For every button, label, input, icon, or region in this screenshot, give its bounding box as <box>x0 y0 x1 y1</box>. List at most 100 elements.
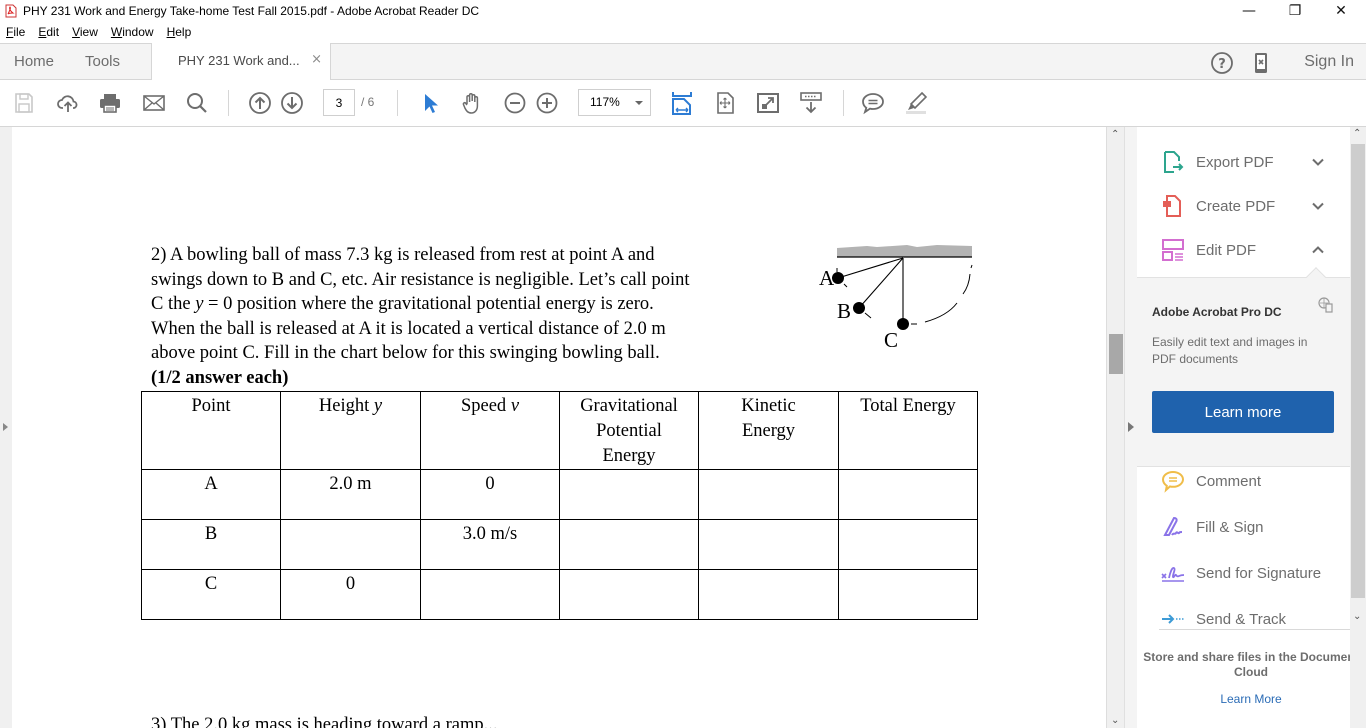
tab-tools[interactable]: Tools <box>85 53 120 70</box>
cell-gpe <box>559 569 699 620</box>
tab-document[interactable]: PHY 231 Work and... × <box>151 43 331 80</box>
fit-width-icon <box>672 92 692 115</box>
energy-table: Point Height y Speed v Gravitational Pot… <box>141 391 978 620</box>
variable-symbol: v <box>510 396 520 416</box>
learn-more-button[interactable]: Learn more <box>1152 391 1334 433</box>
zoom-level-select[interactable]: 117% <box>578 89 651 116</box>
comment-button[interactable] <box>861 91 885 115</box>
scroll-down-icon[interactable]: ⌄ <box>1353 611 1361 622</box>
cell-gpe <box>559 469 699 520</box>
tool-fill-sign[interactable]: Fill & Sign <box>1137 507 1350 547</box>
menu-view[interactable]: View <box>72 25 98 39</box>
tab-home[interactable]: Home <box>14 53 54 70</box>
document-scrollbar[interactable]: ⌃ ⌄ <box>1106 127 1124 728</box>
email-button[interactable] <box>142 91 166 115</box>
header-text: Kinetic <box>741 396 796 416</box>
sign-in-link[interactable]: Sign In <box>1304 53 1354 71</box>
toolbar-divider <box>228 90 229 116</box>
rotate-button[interactable] <box>713 91 737 115</box>
title-bar: PHY 231 Work and Energy Take-home Test F… <box>0 0 1366 22</box>
minimize-button[interactable]: — <box>1226 0 1272 22</box>
create-pdf-icon <box>1163 195 1181 217</box>
tab-bar: Home Tools PHY 231 Work and... × ? Sign … <box>0 43 1366 80</box>
scrollbar-thumb[interactable] <box>1109 334 1123 374</box>
header-text: Energy <box>602 446 656 466</box>
document-tab-label: PHY 231 Work and... <box>178 53 300 68</box>
next-question-partial: 3) The 2.0 kg mass is heading toward a r… <box>151 715 498 728</box>
document-view: 2) A bowling ball of mass 7.3 kg is rele… <box>12 127 1106 728</box>
highlight-button[interactable] <box>904 91 928 115</box>
cell-speed: 0 <box>420 469 560 520</box>
hand-tool-button[interactable] <box>460 91 484 115</box>
scroll-up-icon[interactable]: ⌃ <box>1353 128 1361 139</box>
tool-send-for-signature[interactable]: Send for Signature <box>1137 553 1350 593</box>
pendulum-diagram: A B C <box>819 245 973 352</box>
chevron-up-icon[interactable] <box>1311 243 1325 257</box>
menu-help[interactable]: Help <box>167 25 192 39</box>
help-icon[interactable]: ? <box>1210 51 1234 75</box>
tool-label: Edit PDF <box>1196 241 1257 259</box>
full-screen-button[interactable] <box>756 91 780 115</box>
tool-create-pdf[interactable]: Create PDF <box>1137 186 1350 226</box>
toolbar-divider <box>397 90 398 116</box>
label-c: C <box>884 328 898 352</box>
tool-export-pdf[interactable]: Export PDF <box>1137 142 1350 182</box>
chevron-down-icon[interactable] <box>1311 155 1325 169</box>
fit-width-button[interactable] <box>670 91 694 115</box>
question-line: swings down to B and C, etc. Air resista… <box>151 269 690 290</box>
zoom-level-value: 117% <box>590 95 620 109</box>
cell-speed: 3.0 m/s <box>420 519 560 570</box>
upload-cloud-icon <box>57 95 78 112</box>
header-total: Total Energy <box>838 391 978 470</box>
document-cloud-learn-more-link[interactable]: Learn More <box>1137 692 1365 706</box>
menu-edit[interactable]: Edit <box>38 25 59 39</box>
mobile-link-icon[interactable] <box>1250 51 1272 75</box>
save-button[interactable] <box>12 91 36 115</box>
scroll-down-icon[interactable]: ⌄ <box>1111 715 1119 726</box>
question-text: 2) A bowling ball of mass 7.3 kg is rele… <box>151 243 801 391</box>
chevron-down-icon[interactable] <box>1311 199 1325 213</box>
close-window-button[interactable]: ✕ <box>1318 0 1364 22</box>
next-page-button[interactable] <box>280 91 304 115</box>
rotate-page-icon <box>717 92 734 114</box>
tool-send-track[interactable]: Send & Track <box>1137 599 1350 639</box>
save-icon <box>15 93 33 113</box>
scroll-up-icon[interactable]: ⌃ <box>1111 129 1119 140</box>
select-tool-button[interactable] <box>418 91 442 115</box>
zoom-in-button[interactable] <box>535 91 559 115</box>
restore-button[interactable]: ❐ <box>1272 0 1318 22</box>
search-button[interactable] <box>185 91 209 115</box>
left-nav-pane-toggle[interactable] <box>0 127 12 728</box>
question-line: When the ball is released at A it is loc… <box>151 318 666 339</box>
menu-file[interactable]: File <box>6 25 25 39</box>
menu-view-rest: iew <box>79 25 98 39</box>
promo-description: Easily edit text and images in PDF docum… <box>1152 335 1308 366</box>
tool-label: Send & Track <box>1196 610 1287 628</box>
close-tab-icon[interactable]: × <box>311 52 322 67</box>
tool-comment[interactable]: Comment <box>1137 461 1350 501</box>
zoom-out-button[interactable] <box>503 91 527 115</box>
promo-title: Adobe Acrobat Pro DC <box>1152 305 1282 319</box>
zoom-in-icon <box>536 92 558 114</box>
right-pane-toggle[interactable] <box>1124 127 1137 728</box>
tools-pane-scrollbar[interactable]: ⌃ ⌄ <box>1350 127 1366 728</box>
email-icon <box>143 95 165 111</box>
print-button[interactable] <box>98 91 122 115</box>
cell-height: 0 <box>280 569 421 620</box>
menu-bar: File Edit View Window Help <box>0 22 1366 42</box>
scrollbar-thumb[interactable] <box>1351 144 1365 598</box>
upload-button[interactable] <box>56 91 80 115</box>
previous-page-button[interactable] <box>248 91 272 115</box>
tool-edit-pdf[interactable]: Edit PDF <box>1137 230 1350 270</box>
menu-window[interactable]: Window <box>111 25 154 39</box>
question-line: C the y = 0 position where the gravitati… <box>151 294 654 315</box>
menu-help-accel: H <box>166 25 176 39</box>
window-title: PHY 231 Work and Energy Take-home Test F… <box>23 4 480 18</box>
panel-divider <box>1159 629 1357 630</box>
page-number-input[interactable]: 3 <box>323 89 355 116</box>
menu-edit-rest: dit <box>46 25 60 39</box>
toolbar <box>0 80 1366 127</box>
header-text: Point <box>191 396 231 416</box>
page-total: / 6 <box>361 95 375 109</box>
scroll-mode-button[interactable] <box>799 91 823 115</box>
